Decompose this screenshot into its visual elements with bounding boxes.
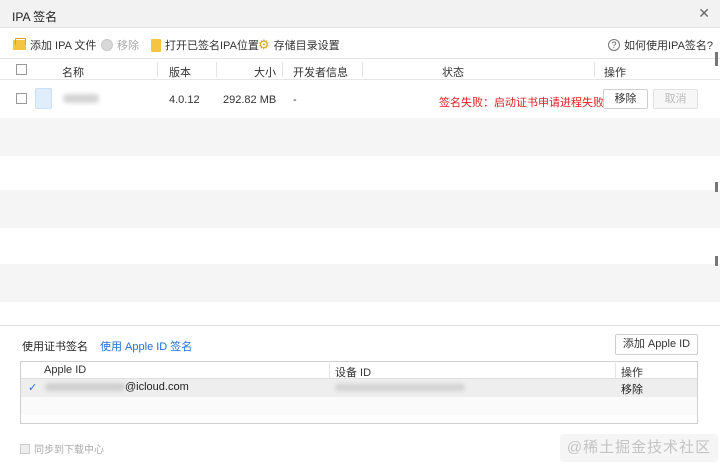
help-label: 如何使用IPA签名? [624,40,714,52]
tab-cert-sign[interactable]: 使用证书签名 [22,338,88,354]
row-checkbox[interactable] [16,93,27,104]
add-apple-id-button[interactable]: 添加 Apple ID [615,334,698,355]
empty-row [0,118,720,156]
empty-row [0,156,720,194]
add-folder-icon [13,38,26,50]
help-link[interactable]: ? 如何使用IPA签名? [608,37,713,53]
col-separator [157,62,158,77]
empty-row [0,264,720,302]
storage-settings-button[interactable]: ⚙ 存储目录设置 [258,37,340,53]
scrollbar-thumb[interactable] [715,52,718,66]
remove-icon [101,39,113,51]
row-size: 292.82 MB [223,94,277,106]
row-developer: - [293,94,297,106]
apple-id-table-header: Apple ID 设备 ID 操作 [21,362,697,379]
window-title: IPA 签名 [12,10,58,24]
gear-icon: ⚙ [258,37,270,52]
file-table-header: 名称 版本 大小 开发者信息 状态 操作 [0,58,720,80]
col-version: 版本 [169,67,191,79]
col-separator [615,363,616,378]
add-ipa-button[interactable]: 添加 IPA 文件 [13,37,96,53]
col-apple-id: Apple ID [44,364,87,376]
close-icon[interactable]: ✕ [698,5,710,22]
help-icon: ? [608,39,620,51]
apple-id-email-suffix: @icloud.com [125,381,189,393]
add-ipa-label: 添加 IPA 文件 [30,40,97,52]
title-bar: IPA 签名 ✕ [0,0,720,28]
col-device-id: 设备 ID [335,367,372,379]
section-divider [0,325,720,326]
row-remove-button[interactable]: 移除 [603,89,648,109]
empty-row [21,397,697,415]
storage-settings-label: 存储目录设置 [273,40,340,52]
open-signed-location-button[interactable]: 打开已签名IPA位置 [151,37,259,53]
col-separator [216,62,217,77]
scrollbar-thumb[interactable] [715,256,718,266]
toolbar: 添加 IPA 文件 移除 打开已签名IPA位置 ⚙ 存储目录设置 ? 如何使用I… [0,28,720,58]
col-name: 名称 [62,67,84,79]
remove-label: 移除 [117,40,139,52]
tab-apple-id-sign[interactable]: 使用 Apple ID 签名 [100,338,192,354]
col-separator [329,363,330,378]
checkbox-box [20,443,30,454]
row-version: 4.0.12 [169,94,200,106]
col-size: 大小 [254,67,276,79]
col-separator [362,62,363,77]
file-icon [151,38,161,52]
email-redacted [45,383,125,391]
scrollbar-thumb[interactable] [715,182,718,192]
apple-id-table: Apple ID 设备 ID 操作 ✓ @icloud.com 移除 [20,361,698,424]
sync-download-center-checkbox[interactable]: 同步到下载中心 [20,441,104,456]
col-developer: 开发者信息 [293,67,348,79]
device-id-redacted [335,384,465,391]
col-separator [594,62,595,77]
row-status: 签名失败：启动证书申请进程失败 [439,97,604,109]
empty-row [0,190,720,228]
col-id-actions: 操作 [621,367,643,379]
select-all-checkbox[interactable] [16,64,27,75]
app-icon [35,88,52,109]
col-actions: 操作 [604,67,626,79]
remove-button[interactable]: 移除 [101,37,139,53]
col-separator [282,62,283,77]
watermark: @稀土掘金技术社区 [560,434,718,462]
apple-id-remove-link[interactable]: 移除 [621,381,643,397]
row-cancel-button[interactable]: 取消 [653,89,698,109]
sync-label: 同步到下载中心 [34,445,104,456]
selected-check-icon: ✓ [28,382,38,394]
col-status: 状态 [442,67,464,79]
apple-id-row[interactable]: ✓ @icloud.com 移除 [21,379,697,397]
empty-row [0,300,720,325]
app-name-redacted [63,94,99,103]
empty-row [0,226,720,264]
open-location-label: 打开已签名IPA位置 [165,40,259,52]
